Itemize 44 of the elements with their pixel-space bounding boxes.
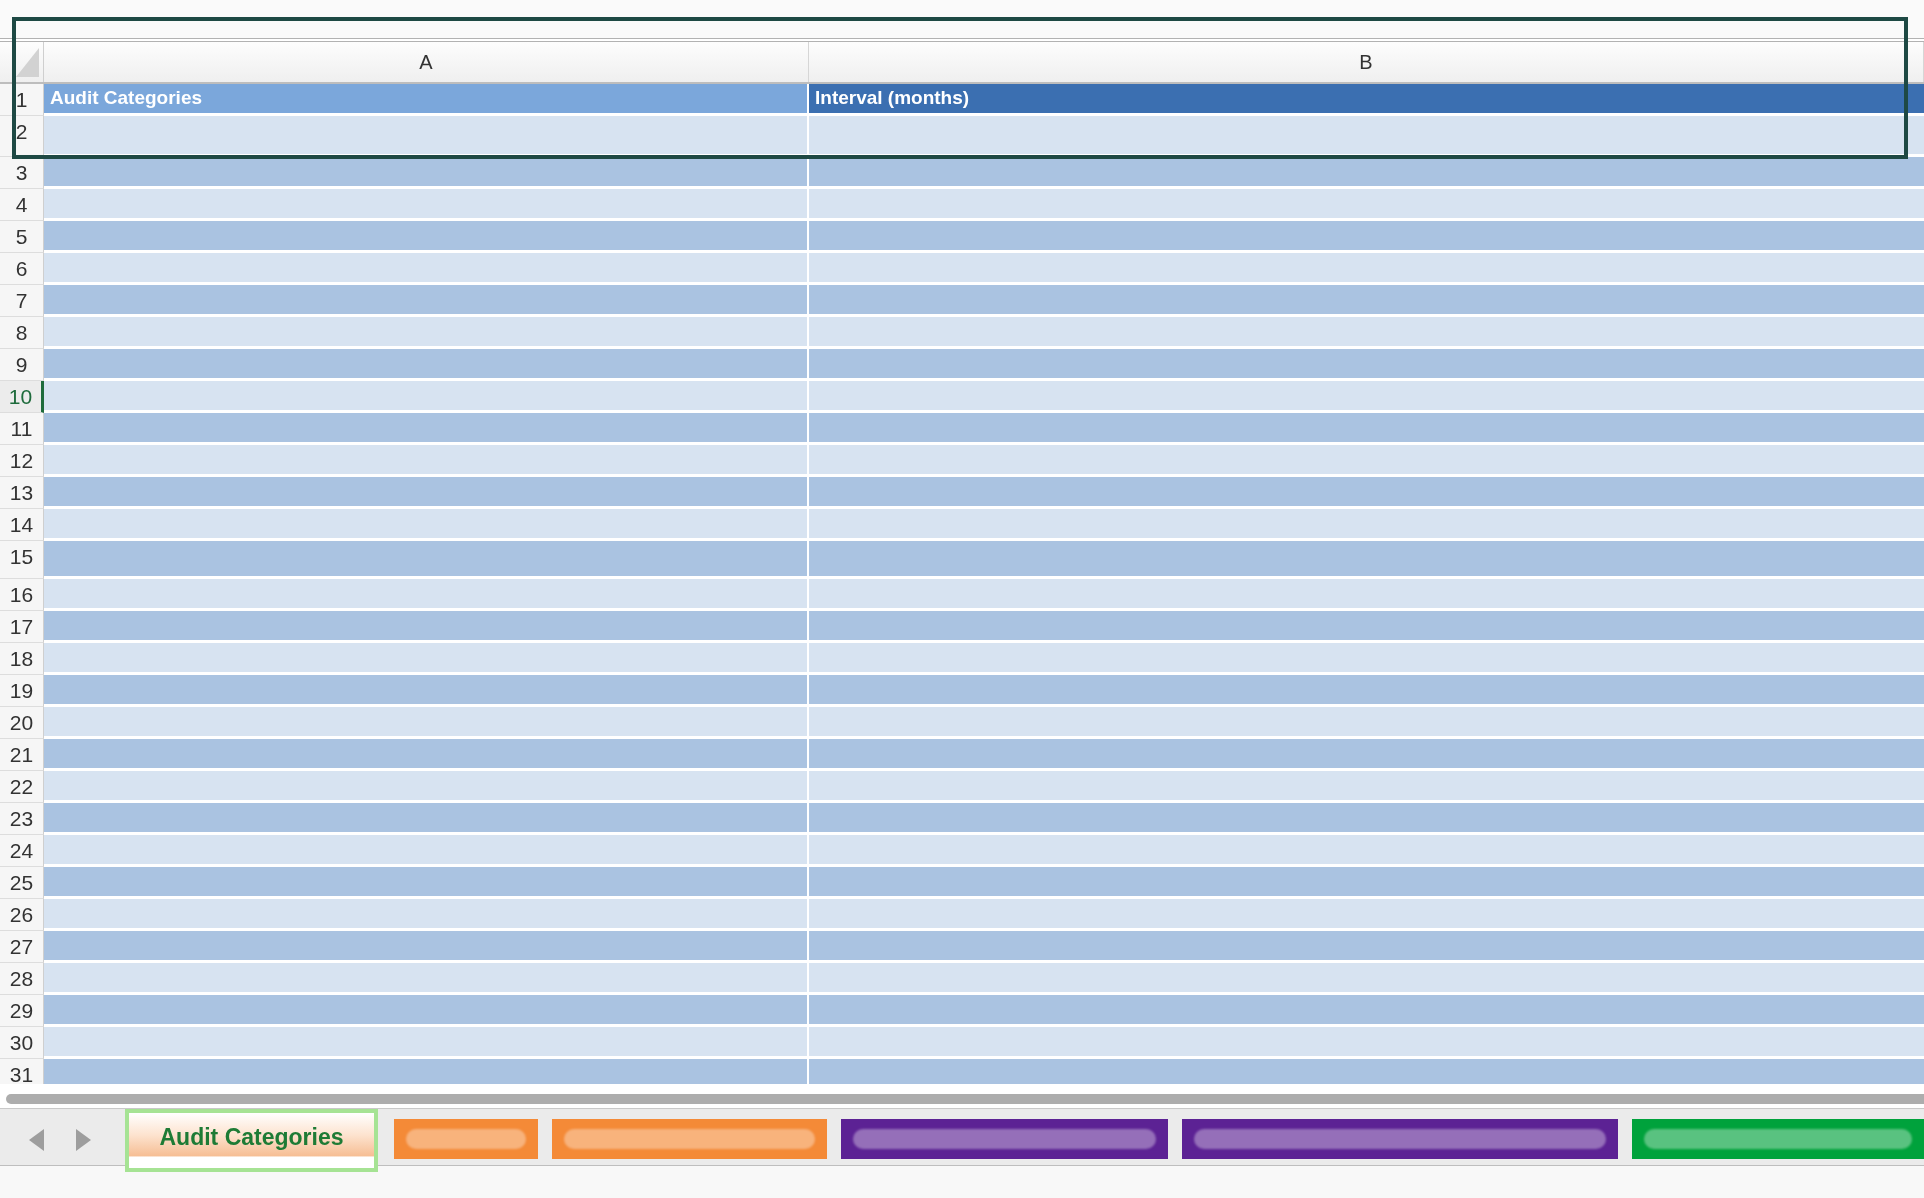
row-number[interactable]: 11 [0,413,44,445]
row-number[interactable]: 12 [0,445,44,477]
row-number[interactable]: 19 [0,675,44,707]
row-number[interactable]: 28 [0,963,44,995]
row-number[interactable]: 9 [0,349,44,381]
row-number[interactable]: 8 [0,317,44,349]
row-number[interactable]: 14 [0,509,44,541]
row-number[interactable]: 20 [0,707,44,739]
right-arrow-icon[interactable] [76,1129,91,1151]
table-header-cell: Audit Categories [44,84,807,113]
row-number[interactable]: 17 [0,611,44,643]
row-number[interactable]: 4 [0,189,44,221]
horizontal-scrollbar[interactable] [6,1094,1924,1104]
row-number[interactable]: 23 [0,803,44,835]
row-number[interactable]: 21 [0,739,44,771]
sheet-tab[interactable] [1632,1119,1924,1159]
row-number[interactable]: 13 [0,477,44,509]
column-header[interactable]: A [44,42,809,82]
corner-triangle-icon[interactable] [16,48,39,77]
row-number[interactable]: 30 [0,1027,44,1059]
row-number[interactable]: 31 [0,1059,44,1084]
sheet-tab[interactable] [1182,1119,1618,1159]
row-number[interactable]: 25 [0,867,44,899]
row-number[interactable]: 26 [0,899,44,931]
sheet-tab[interactable] [394,1119,538,1159]
row-number[interactable]: 1 [0,84,44,116]
row-number[interactable]: 7 [0,285,44,317]
sheet-tab[interactable] [552,1119,827,1159]
table-header-cell: Interval (months) [809,84,1924,113]
row-number[interactable]: 15 [0,541,44,579]
row-number[interactable]: 24 [0,835,44,867]
row-number[interactable]: 27 [0,931,44,963]
row-number[interactable]: 10 [0,381,44,413]
column-header[interactable]: B [809,42,1924,82]
sheet-tab[interactable]: Audit Categories [129,1113,374,1168]
row-number[interactable]: 29 [0,995,44,1027]
row-number[interactable]: 18 [0,643,44,675]
sheet-tab[interactable] [841,1119,1168,1159]
row-number[interactable]: 22 [0,771,44,803]
row-number[interactable]: 3 [0,157,44,189]
row-number[interactable]: 5 [0,221,44,253]
row-number[interactable]: 16 [0,579,44,611]
row-number[interactable]: 6 [0,253,44,285]
left-arrow-icon[interactable] [29,1129,44,1151]
